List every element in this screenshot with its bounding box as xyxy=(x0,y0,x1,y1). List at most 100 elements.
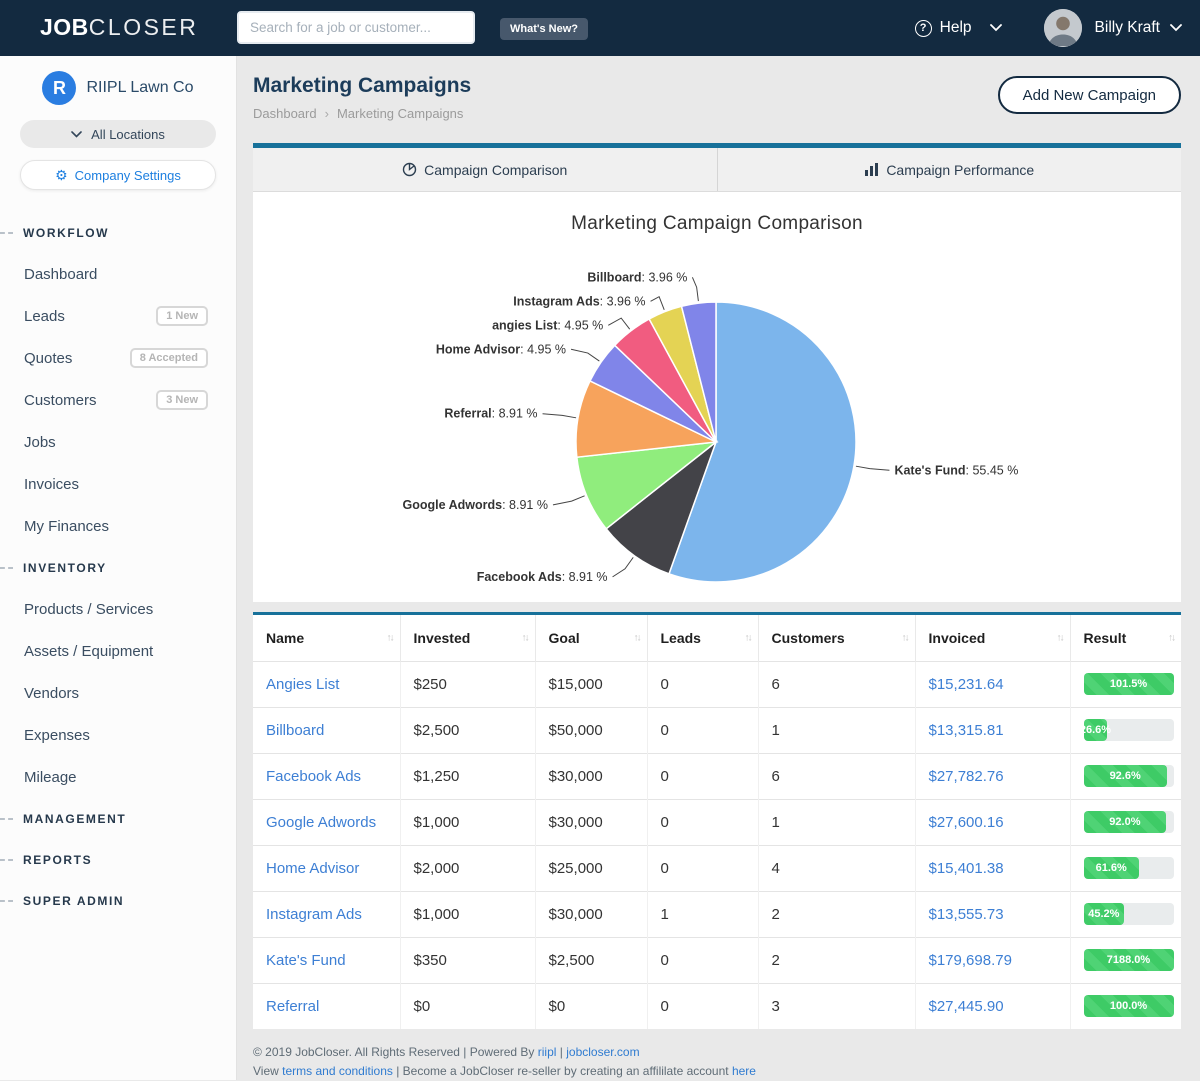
company-settings-button[interactable]: ⚙ Company Settings xyxy=(20,160,216,190)
sidebar-item-leads[interactable]: Leads1 New xyxy=(0,295,236,337)
sort-icon[interactable]: ↑↓ xyxy=(634,632,640,643)
sort-icon[interactable]: ↑↓ xyxy=(387,632,393,643)
sidebar-item-my-finances[interactable]: My Finances xyxy=(0,505,236,547)
tab-campaign-comparison[interactable]: Campaign Comparison xyxy=(253,148,717,191)
column-header-name[interactable]: Name↑↓ xyxy=(253,615,400,661)
leads-cell: 0 xyxy=(647,753,758,799)
table-row: Facebook Ads$1,250$30,00006$27,782.7692.… xyxy=(253,753,1181,799)
riipl-link[interactable]: riipl xyxy=(538,1045,557,1059)
pie-chart-icon xyxy=(402,162,417,177)
app-logo[interactable]: JOBCLOSER xyxy=(40,14,198,41)
invoiced-cell-link[interactable]: $27,445.90 xyxy=(929,998,1004,1015)
campaign-name-link[interactable]: Referral xyxy=(266,998,319,1015)
column-header-goal[interactable]: Goal↑↓ xyxy=(535,615,647,661)
result-label: 45.2% xyxy=(1088,908,1119,920)
user-name[interactable]: Billy Kraft xyxy=(1095,19,1160,37)
customers-cell: 2 xyxy=(758,891,915,937)
result-progress-fill: 92.0% xyxy=(1084,811,1167,833)
search-input[interactable] xyxy=(237,11,475,44)
chevron-down-icon[interactable] xyxy=(1170,24,1182,32)
campaign-name-link[interactable]: Google Adwords xyxy=(266,814,376,831)
sort-icon[interactable]: ↑↓ xyxy=(745,632,751,643)
sidebar-item-vendors[interactable]: Vendors xyxy=(0,672,236,714)
section-label: INVENTORY xyxy=(23,561,107,575)
campaign-name-link[interactable]: Kate's Fund xyxy=(266,952,346,969)
whats-new-button[interactable]: What's New? xyxy=(500,18,588,40)
sort-icon[interactable]: ↑↓ xyxy=(522,632,528,643)
sidebar-item-mileage[interactable]: Mileage xyxy=(0,756,236,798)
affiliate-link[interactable]: here xyxy=(732,1064,756,1078)
campaign-name-link[interactable]: Instagram Ads xyxy=(266,906,362,923)
campaign-name-link[interactable]: Home Advisor xyxy=(266,860,359,877)
page-footer: © 2019 JobCloser. All Rights Reserved | … xyxy=(253,1043,1181,1081)
invoiced-cell: $27,782.76 xyxy=(915,753,1070,799)
invoiced-cell-link[interactable]: $27,782.76 xyxy=(929,768,1004,785)
company-name: RIIPL Lawn Co xyxy=(86,79,193,97)
chevron-down-icon xyxy=(990,24,1002,32)
campaign-name: Angies List xyxy=(253,661,400,707)
table-header-row: Name↑↓Invested↑↓Goal↑↓ Leads ↑↓ Customers ↑↓… xyxy=(253,615,1181,661)
invoiced-cell-link[interactable]: $15,231.64 xyxy=(929,676,1004,693)
sidebar-item-assets-equipment[interactable]: Assets / Equipment xyxy=(0,630,236,672)
campaign-name-link[interactable]: Billboard xyxy=(266,722,324,739)
sidebar-item-products-services[interactable]: Products / Services xyxy=(0,588,236,630)
campaign-name-link[interactable]: Angies List xyxy=(266,676,339,693)
leads-cell: 0 xyxy=(647,937,758,983)
tab-campaign-performance[interactable]: Campaign Performance xyxy=(717,148,1182,191)
column-label: Customers xyxy=(772,630,845,646)
sidebar-item-customers[interactable]: Customers3 New xyxy=(0,379,236,421)
sort-icon[interactable]: ↑↓ xyxy=(1168,632,1174,643)
goal-cell: $0 xyxy=(535,983,647,1029)
leads-cell: 0 xyxy=(647,845,758,891)
column-header-invested[interactable]: Invested↑↓ xyxy=(400,615,535,661)
sidebar-section-management[interactable]: MANAGEMENT xyxy=(0,798,236,839)
invoiced-cell-link[interactable]: $27,600.16 xyxy=(929,814,1004,831)
breadcrumb-dashboard[interactable]: Dashboard xyxy=(253,106,317,121)
campaign-name-link[interactable]: Facebook Ads xyxy=(266,768,361,785)
result-label: 61.6% xyxy=(1096,862,1127,874)
footer-line-1: © 2019 JobCloser. All Rights Reserved | … xyxy=(253,1043,1181,1062)
sidebar-item-expenses[interactable]: Expenses xyxy=(0,714,236,756)
pie-label-angies-list: angies List: 4.95 % xyxy=(492,318,603,332)
table-row: Google Adwords$1,000$30,00001$27,600.169… xyxy=(253,799,1181,845)
result-progress-bar: 7188.0% xyxy=(1084,949,1174,971)
pie-label-connector xyxy=(608,318,629,329)
result-progress-fill: 7188.0% xyxy=(1084,949,1174,971)
sidebar-section-super-admin[interactable]: SUPER ADMIN xyxy=(0,880,236,921)
column-header-customers[interactable]: Customers ↑↓ xyxy=(758,615,915,661)
invoiced-cell-link[interactable]: $179,698.79 xyxy=(929,952,1012,969)
goal-cell: $2,500 xyxy=(535,937,647,983)
sort-icon[interactable]: ↑↓ xyxy=(1057,632,1063,643)
terms-link[interactable]: terms and conditions xyxy=(282,1064,393,1078)
pie-chart-panel: Marketing Campaign Comparison Kate's Fun… xyxy=(253,192,1181,602)
result-label: 100.0% xyxy=(1110,1000,1147,1012)
sidebar-item-quotes[interactable]: Quotes8 Accepted xyxy=(0,337,236,379)
result-label: 92.0% xyxy=(1109,816,1140,828)
sidebar-item-label: Customers xyxy=(24,392,97,409)
user-avatar[interactable] xyxy=(1044,9,1082,47)
sidebar-item-dashboard[interactable]: Dashboard xyxy=(0,253,236,295)
breadcrumb-current: Marketing Campaigns xyxy=(337,106,463,121)
sort-icon[interactable]: ↑↓ xyxy=(902,632,908,643)
column-label: Leads xyxy=(661,630,701,646)
sidebar-section-workflow[interactable]: WORKFLOW xyxy=(0,212,236,253)
footer-line-2: View terms and conditions | Become a Job… xyxy=(253,1062,1181,1081)
invoiced-cell-link[interactable]: $15,401.38 xyxy=(929,860,1004,877)
invoiced-cell-link[interactable]: $13,315.81 xyxy=(929,722,1004,739)
help-menu[interactable]: ? Help xyxy=(915,19,1002,37)
column-header-leads[interactable]: Leads ↑↓ xyxy=(647,615,758,661)
jobcloser-link[interactable]: jobcloser.com xyxy=(566,1045,639,1059)
sidebar-item-jobs[interactable]: Jobs xyxy=(0,421,236,463)
tab-label: Campaign Performance xyxy=(886,162,1034,178)
add-new-campaign-button[interactable]: Add New Campaign xyxy=(998,76,1181,114)
sidebar-item-invoices[interactable]: Invoices xyxy=(0,463,236,505)
company-header[interactable]: R RIIPL Lawn Co xyxy=(0,71,236,105)
column-header-invoiced[interactable]: Invoiced↑↓ xyxy=(915,615,1070,661)
invoiced-cell-link[interactable]: $13,555.73 xyxy=(929,906,1004,923)
sidebar-section-inventory[interactable]: INVENTORY xyxy=(0,547,236,588)
column-header-result[interactable]: Result↑↓ xyxy=(1070,615,1181,661)
sidebar-section-reports[interactable]: REPORTS xyxy=(0,839,236,880)
result-label: 26.6% xyxy=(1080,724,1111,736)
all-locations-dropdown[interactable]: All Locations xyxy=(20,120,216,148)
campaign-name: Google Adwords xyxy=(253,799,400,845)
